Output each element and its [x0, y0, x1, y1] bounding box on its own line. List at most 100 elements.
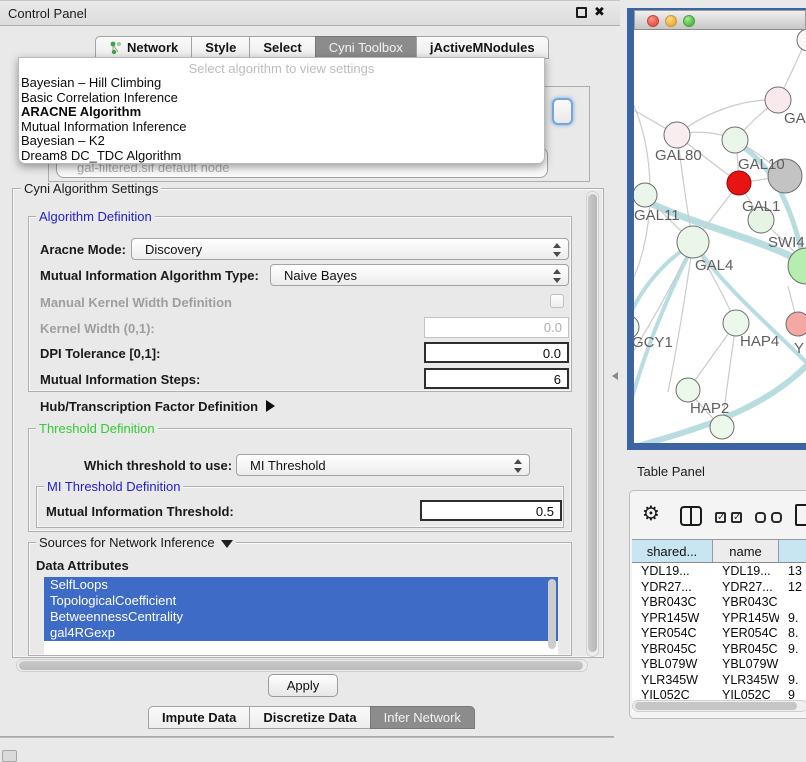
mi-threshold-input[interactable]: 0.5 [420, 500, 562, 521]
table-cell: YLR345W [713, 672, 779, 688]
attribute-item[interactable]: TopologicalCoefficient [44, 593, 558, 609]
settings-horizontal-scrollbar-thumb[interactable] [19, 661, 583, 670]
tab-select[interactable]: Select [249, 36, 315, 59]
node-GAL1[interactable] [727, 171, 751, 195]
mac-close-icon[interactable] [647, 15, 659, 27]
column-header[interactable]: name [713, 540, 779, 562]
tab-jactivemnodules[interactable]: jActiveMNodules [416, 36, 549, 59]
table-cell: YBR043C [632, 594, 713, 610]
algorithm-option[interactable]: Mutual Information Inference [19, 120, 544, 135]
algorithm-option[interactable]: Dream8 DC_TDC Algorithm [19, 149, 544, 164]
mi-steps-input[interactable]: 6 [424, 368, 569, 389]
checked-box-icon[interactable]: ✓ [731, 512, 742, 523]
expand-right-icon [266, 400, 275, 412]
table-cell: YBR043C [713, 594, 779, 610]
tab-cyni-toolbox[interactable]: Cyni Toolbox [315, 36, 417, 59]
tab-network[interactable]: Network [95, 36, 192, 59]
table-cell: YBL079W [713, 656, 779, 672]
node-unlabeled[interactable] [710, 415, 734, 439]
close-panel-icon[interactable]: ✖ [594, 4, 605, 20]
settings-vertical-scrollbar-thumb[interactable] [588, 194, 597, 652]
checked-box-icon[interactable]: ✓ [715, 512, 726, 523]
network-window-titlebar[interactable] [634, 10, 806, 30]
tab-impute-data[interactable]: Impute Data [148, 706, 250, 729]
dpi-tolerance-input[interactable]: 0.0 [424, 342, 569, 363]
manual-kernel-label: Manual Kernel Width Definition [40, 295, 232, 310]
algorithm-option[interactable]: Bayesian – Hill Climbing [19, 76, 544, 91]
tab-infer-network[interactable]: Infer Network [370, 706, 475, 729]
kernel-width-label: Kernel Width (0,1): [40, 321, 155, 336]
algorithm-option[interactable]: Bayesian – K2 [19, 134, 544, 149]
algorithm-definition-title: Algorithm Definition [36, 209, 155, 224]
table-row[interactable]: YBR043CYBR043C [632, 594, 806, 610]
control-panel-header: Control Panel ✖ [0, 0, 620, 26]
table-row[interactable]: YPR145WYPR145W9. [632, 610, 806, 626]
table-row[interactable]: YBR045CYBR045C9. [632, 641, 806, 657]
node-label-GCY1: GCY1 [634, 334, 673, 351]
table-horizontal-scrollbar-thumb[interactable] [635, 702, 797, 710]
table-horizontal-scrollbar[interactable] [632, 700, 806, 712]
settings-vertical-scrollbar[interactable] [586, 191, 599, 657]
document-icon[interactable] [795, 504, 806, 526]
node-Y[interactable] [786, 312, 806, 336]
control-panel-title: Control Panel [8, 6, 87, 21]
table-cell: YDL19... [713, 563, 779, 579]
gear-icon[interactable]: ⚙ [642, 504, 660, 524]
table-cell: YER054C [632, 625, 713, 641]
node-GAL4[interactable] [677, 226, 709, 258]
algorithm-option[interactable]: Basic Correlation Inference [19, 91, 544, 106]
node-HAP2[interactable] [676, 378, 700, 402]
hub-definition-toggle[interactable]: Hub/Transcription Factor Definition [40, 399, 275, 414]
bottom-corner-icon[interactable] [2, 750, 17, 762]
mac-zoom-icon[interactable] [683, 15, 695, 27]
select-arrows-icon [514, 459, 522, 473]
manual-kernel-checkbox[interactable] [550, 294, 564, 308]
node-GAL10[interactable] [722, 127, 748, 153]
table-row[interactable]: YDL19...YDL19...13 [632, 563, 806, 579]
tab-label: Style [205, 40, 236, 55]
mi-type-value: Naive Bayes [284, 268, 357, 283]
node-label-HAP2: HAP2 [690, 400, 729, 417]
attribute-item[interactable]: BetweennessCentrality [44, 609, 558, 625]
tab-style[interactable]: Style [191, 36, 250, 59]
data-attributes-list[interactable]: SelfLoopsTopologicalCoefficientBetweenne… [44, 577, 558, 655]
node-GAL80[interactable] [664, 122, 690, 148]
table-row[interactable]: YER054CYER054C8. [632, 625, 806, 641]
mi-steps-label: Mutual Information Steps: [40, 372, 200, 387]
table-row[interactable]: YDR27...YDR27...12 [632, 579, 806, 595]
table-panel: ⚙ ✓ ✓ shared...name YDL19...YDL19...13YD… [629, 490, 806, 719]
algorithm-option[interactable]: ARACNE Algorithm [19, 105, 544, 120]
tab-discretize-data[interactable]: Discretize Data [249, 706, 370, 729]
split-columns-icon[interactable] [680, 506, 702, 526]
unchecked-box-icon[interactable] [771, 512, 782, 523]
column-header[interactable] [779, 540, 806, 562]
apply-button[interactable]: Apply [268, 674, 338, 697]
table-panel-header: Table Panel [620, 455, 806, 485]
which-threshold-select[interactable]: MI Threshold [236, 454, 530, 476]
table-cell: YPR145W [632, 610, 713, 626]
node-GAL11[interactable] [634, 183, 657, 207]
table-row[interactable]: YBL079WYBL079W [632, 656, 806, 672]
column-header[interactable]: shared... [632, 540, 713, 562]
kernel-width-input[interactable]: 0.0 [424, 317, 569, 338]
mac-minimize-icon[interactable] [665, 15, 677, 27]
attributes-scrollbar[interactable] [548, 579, 556, 649]
table-row[interactable]: YLR345WYLR345W9. [632, 672, 806, 688]
mi-type-select[interactable]: Naive Bayes [270, 264, 569, 286]
sources-title[interactable]: Sources for Network Inference [36, 535, 236, 550]
splitter-collapse-icon[interactable] [612, 372, 618, 380]
attribute-item[interactable]: gal4RGexp [44, 625, 558, 641]
table-cell: YDR27... [632, 579, 713, 595]
table-panel-title: Table Panel [637, 464, 705, 479]
table-header-row: shared...name [632, 539, 806, 563]
table-cell: YBR045C [713, 641, 779, 657]
attribute-item[interactable]: SelfLoops [44, 577, 558, 593]
network-canvas[interactable]: GALGAL80GAL10GAL1GAL11SWI4GAL4GCY1HAP4YH… [634, 30, 806, 443]
focused-button-fragment[interactable] [552, 98, 573, 125]
node-unlabeled[interactable] [797, 30, 806, 51]
table-cell: 9. [779, 641, 806, 657]
unchecked-box-icon[interactable] [755, 512, 766, 523]
aracne-mode-select[interactable]: Discovery [131, 238, 569, 260]
settings-horizontal-scrollbar[interactable] [16, 659, 588, 672]
float-panel-icon[interactable] [576, 7, 587, 18]
